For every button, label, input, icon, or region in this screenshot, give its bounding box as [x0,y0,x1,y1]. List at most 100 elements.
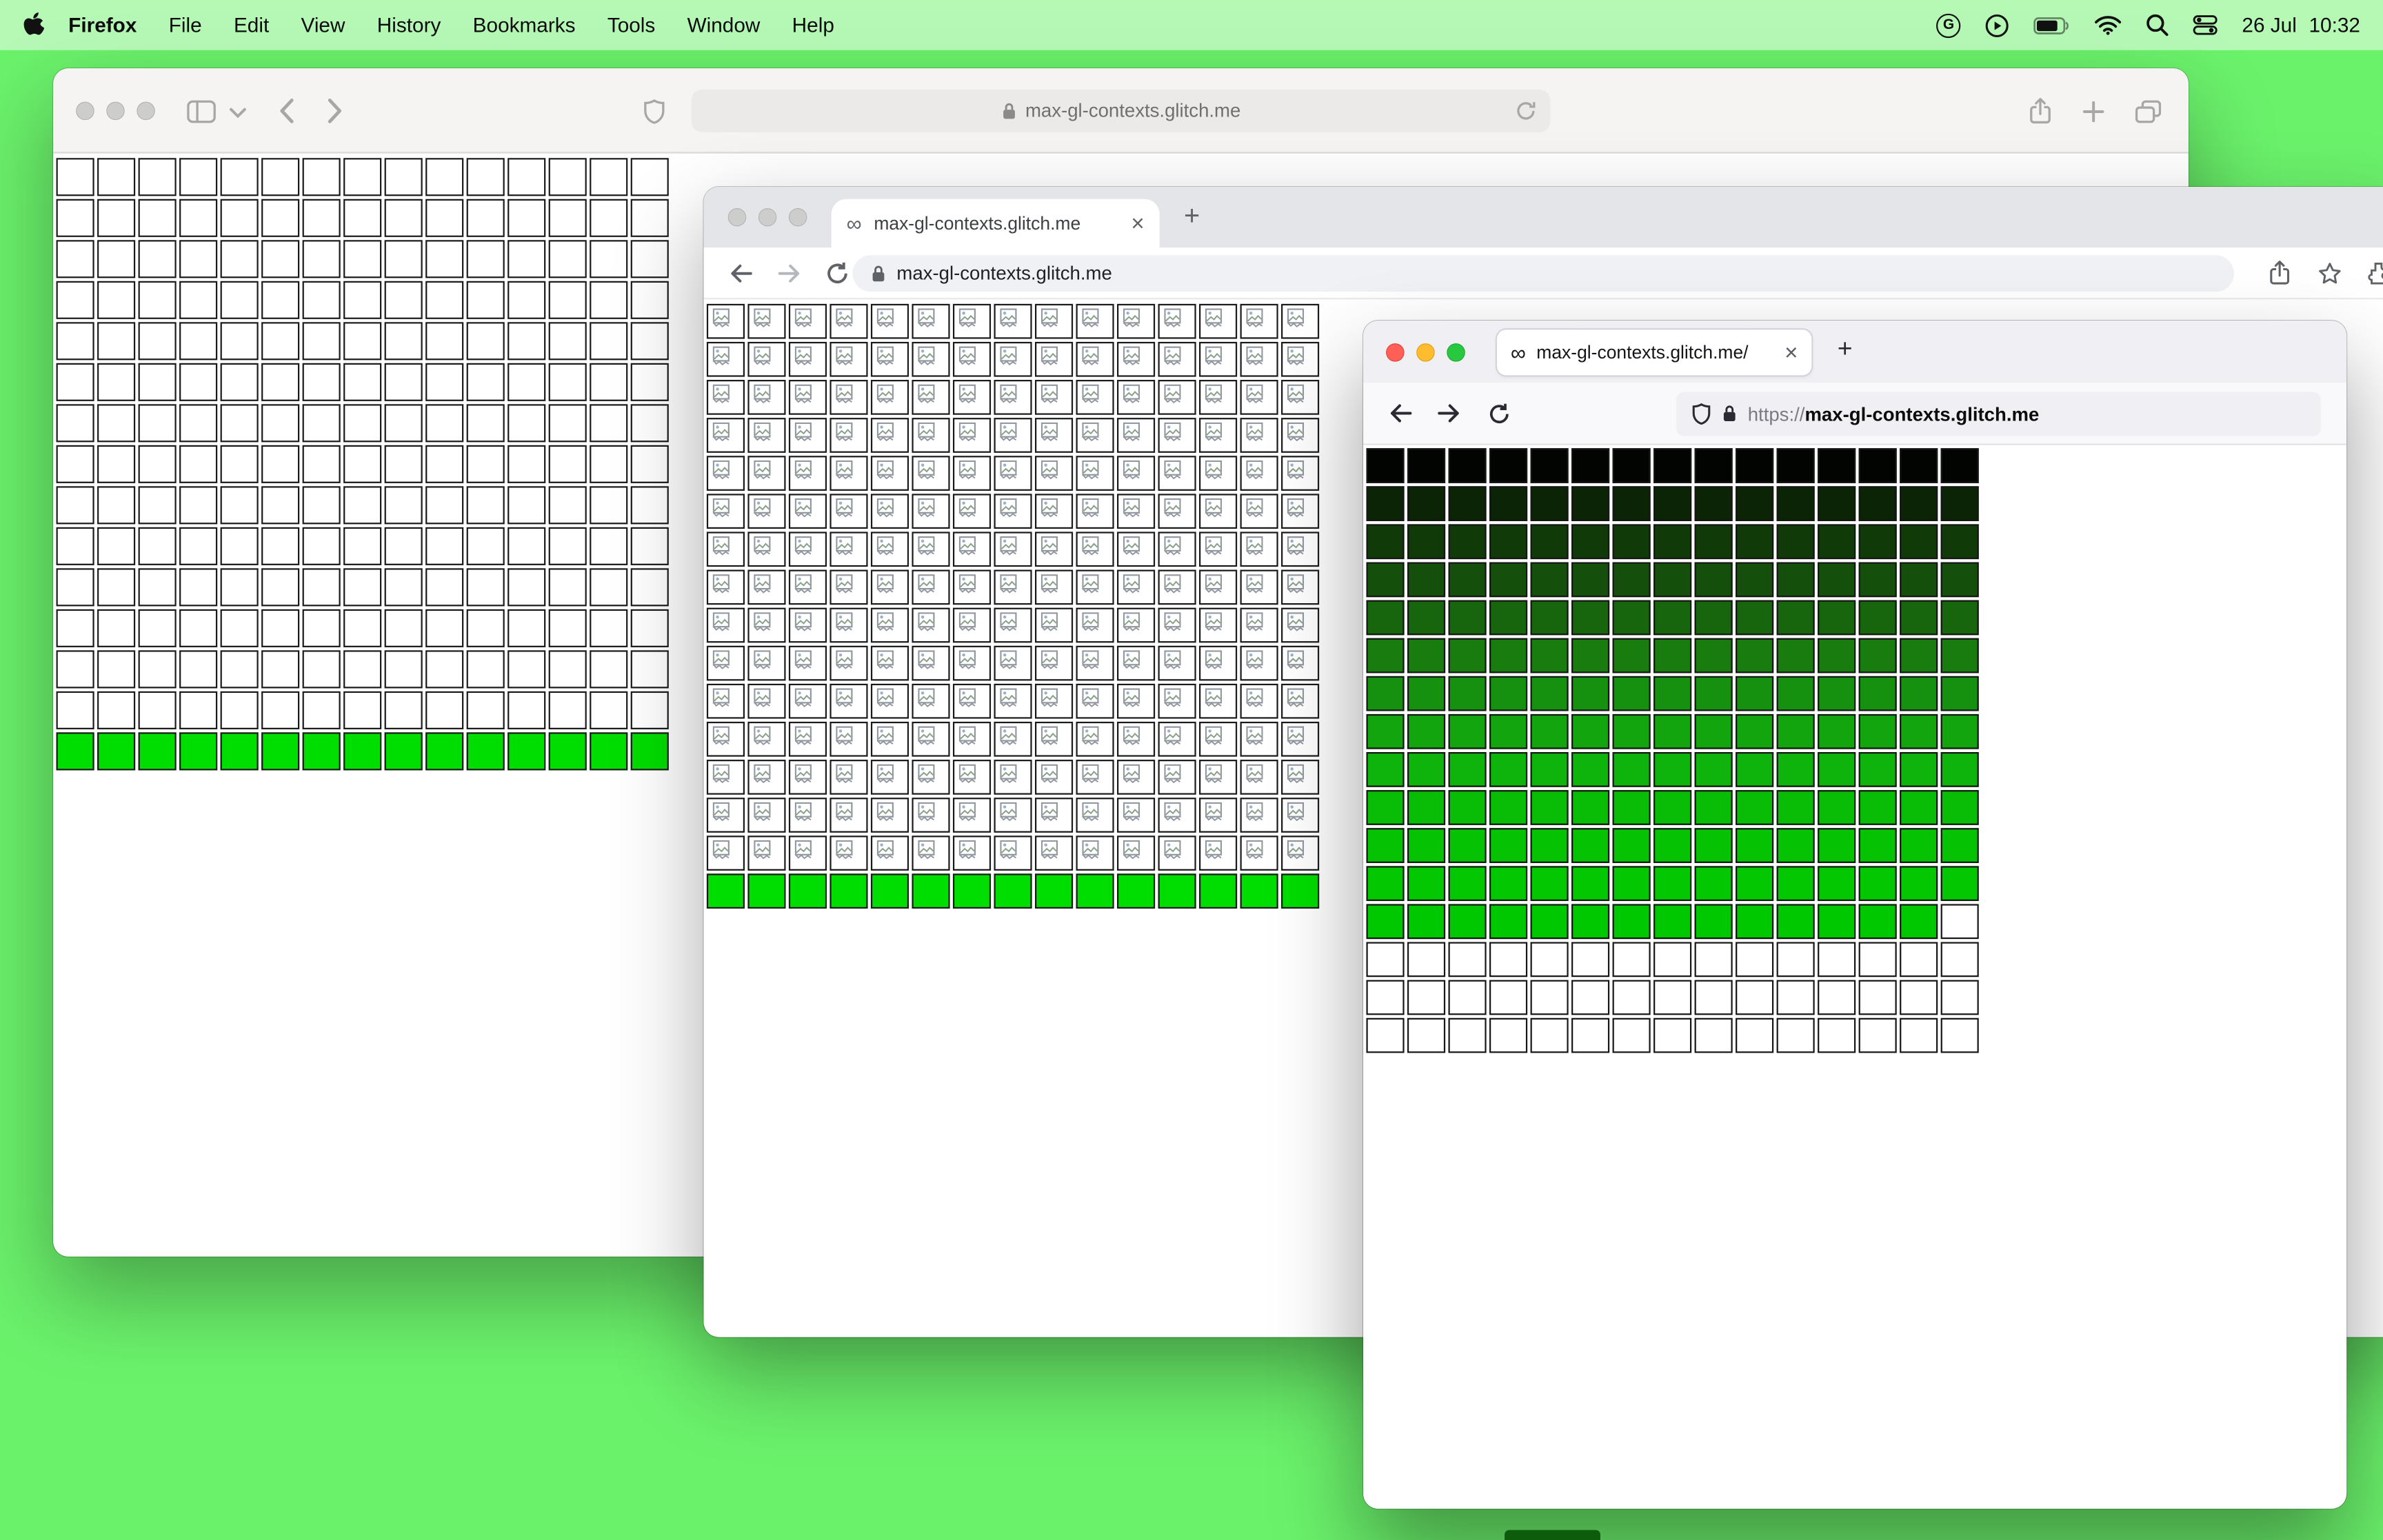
grid-cell [507,158,546,196]
broken-image-icon [1287,802,1305,822]
grid-cell [1240,531,1278,567]
forward-button[interactable] [327,97,343,125]
chrome-tabstrip[interactable]: ∞ max-gl-contexts.glitch.me × + [703,187,2383,248]
close-button[interactable] [1386,343,1405,362]
back-button[interactable] [728,261,754,285]
grid-cell [1776,904,1815,940]
menubar-clock[interactable]: 26 Jul 10:32 [2242,14,2360,37]
tracking-shield-icon[interactable] [1691,403,1711,425]
lock-icon[interactable] [871,263,886,283]
menu-history[interactable]: History [377,14,441,37]
grid-cell [1076,835,1114,871]
reload-icon[interactable] [1515,100,1536,121]
back-button[interactable] [278,97,294,125]
safari-toolbar[interactable]: max-gl-contexts.glitch.me [53,68,2189,154]
new-tab-button[interactable]: + [1184,201,1200,232]
address-bar[interactable]: https:// max-gl-contexts.glitch.me [1676,392,2321,436]
grid-cell [1158,380,1196,415]
grid-cell [1858,866,1897,902]
grid-cell [912,456,950,491]
tab-close-icon[interactable]: × [1131,210,1144,236]
minimize-button[interactable] [1416,343,1435,362]
reload-button[interactable] [825,261,849,285]
grid-cell [1530,828,1569,863]
broken-image-icon [794,764,812,784]
zoom-button[interactable] [1447,343,1465,362]
forward-button[interactable] [776,261,802,285]
grid-cell [590,199,628,237]
broken-image-icon [1040,574,1058,594]
grid-cell [870,494,909,529]
apple-menu-icon[interactable] [23,12,44,38]
grid-cell [1612,942,1651,977]
grid-cell [138,281,177,319]
privacy-shield-icon[interactable] [643,99,665,124]
lock-icon[interactable] [1722,404,1737,424]
broken-image-icon [876,574,894,594]
battery-icon[interactable] [2033,16,2070,34]
grid-cell [1776,713,1815,749]
reload-button[interactable] [1488,403,1511,425]
playback-icon[interactable] [1985,13,2009,37]
close-button[interactable] [727,207,747,227]
menubar-app-name[interactable]: Firefox [68,14,137,37]
grid-cell [97,527,136,565]
tab-title: max-gl-contexts.glitch.me [874,212,1081,234]
menu-window[interactable]: Window [687,14,761,37]
grid-cell [1448,1017,1487,1053]
chrome-active-tab[interactable]: ∞ max-gl-contexts.glitch.me × [831,199,1160,248]
minimize-button[interactable] [106,101,125,121]
menu-bookmarks[interactable]: Bookmarks [473,14,576,37]
omnibox[interactable]: max-gl-contexts.glitch.me [852,255,2235,292]
grid-cell [1034,760,1074,795]
close-button[interactable] [76,101,94,121]
back-button[interactable] [1387,401,1413,425]
bookmark-star-icon[interactable] [2317,261,2342,285]
menu-file[interactable]: File [169,14,202,37]
grid-cell [788,531,827,567]
broken-image-icon [712,688,730,708]
grid-cell [1694,448,1733,483]
new-tab-button[interactable]: + [1838,334,1853,365]
zoom-button[interactable] [137,101,155,121]
grid-cell [1158,607,1196,643]
grid-cell [138,199,177,237]
share-icon[interactable] [2269,260,2291,285]
menu-tools[interactable]: Tools [607,14,655,37]
menu-help[interactable]: Help [792,14,834,37]
broken-image-icon [876,726,894,746]
control-center-icon[interactable] [2193,15,2218,35]
g-status-icon[interactable]: G [1936,12,1961,38]
grid-cell [1199,683,1238,719]
firefox-active-tab[interactable]: ∞ max-gl-contexts.glitch.me/ × [1497,330,1812,376]
share-icon[interactable] [2029,97,2051,125]
broken-image-icon [1164,764,1181,784]
extensions-icon[interactable] [2366,261,2383,285]
minimize-button[interactable] [758,207,777,227]
grid-cell [1612,1017,1651,1053]
grid-cell [343,445,382,483]
address-bar[interactable]: max-gl-contexts.glitch.me [691,90,1551,132]
url-scheme: https:// [1747,403,1805,425]
grid-cell [1736,828,1774,863]
grid-cell [261,732,300,771]
new-tab-icon[interactable] [2082,99,2105,122]
grid-cell [706,760,745,795]
grid-cell [590,691,628,729]
firefox-tabstrip[interactable]: ∞ max-gl-contexts.glitch.me/ × + [1363,321,2347,383]
sidebar-icon[interactable] [187,100,216,123]
chevron-down-icon[interactable] [230,108,246,119]
tab-overview-icon[interactable] [2135,99,2162,123]
tab-close-icon[interactable]: × [1784,340,1798,365]
zoom-button[interactable] [788,207,807,227]
grid-cell [1366,980,1405,1015]
menu-view[interactable]: View [301,14,345,37]
grid-cell [952,721,992,757]
forward-button[interactable] [1436,401,1462,425]
broken-image-icon [1123,384,1140,404]
grid-cell [1612,486,1651,522]
spotlight-icon[interactable] [2146,14,2169,37]
wifi-icon[interactable] [2095,15,2122,35]
grid-cell [1117,645,1156,681]
menu-edit[interactable]: Edit [234,14,269,37]
